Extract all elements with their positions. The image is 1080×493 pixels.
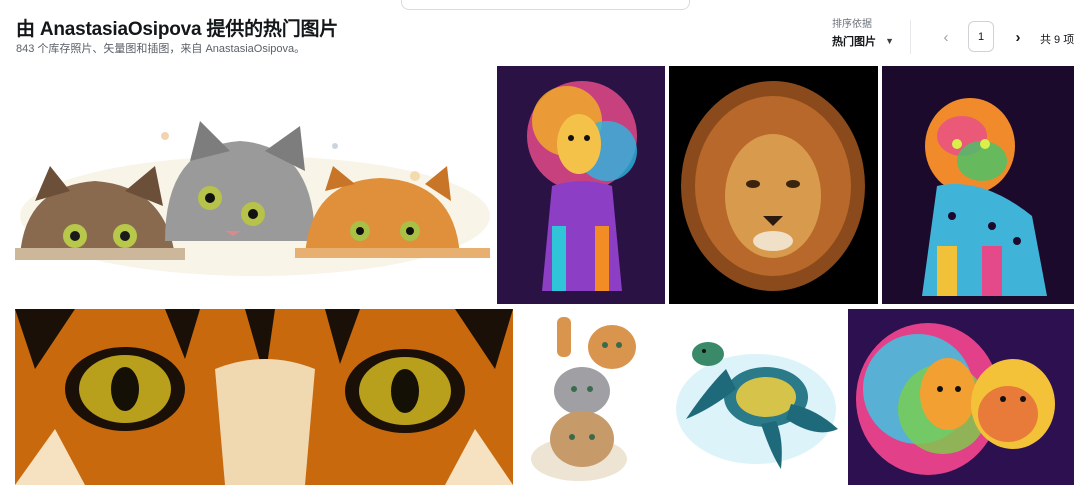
chevron-right-icon: › [1015, 28, 1021, 46]
tiger-eyes-illustration [15, 309, 513, 485]
chevron-left-icon: ‹ [943, 28, 949, 46]
sort-dropdown[interactable]: 热门图片 ▼ [832, 33, 898, 49]
page-title: 由 AnastasiaOsipova 提供的热门图片 [16, 19, 339, 40]
gallery-image-lion-head[interactable] [669, 66, 878, 304]
page-subtitle: 843 个库存照片、矢量图和插图，来自 AnastasiaOsipova。 [16, 43, 306, 55]
lion-head-illustration [669, 66, 878, 304]
gallery-image-neon-leopard[interactable] [882, 66, 1074, 304]
gallery-image-colorful-lion[interactable] [497, 66, 665, 304]
sort-label: 排序依据 [832, 19, 872, 30]
next-page-button[interactable]: › [1009, 28, 1027, 46]
gallery-image-kittens[interactable] [15, 66, 493, 304]
gallery-image-sea-turtle[interactable] [666, 309, 844, 485]
total-pages-label: 共 9 项 [1040, 34, 1075, 46]
divider [910, 20, 911, 54]
search-bar-edge[interactable] [401, 0, 690, 10]
gallery-image-rainbow-lions[interactable] [848, 309, 1074, 485]
gallery-image-stacked-kittens[interactable] [517, 309, 662, 485]
stacked-kittens-illustration [517, 309, 662, 485]
page-number-input[interactable] [968, 21, 994, 52]
colorful-lion-illustration [497, 66, 665, 304]
kittens-illustration [15, 66, 493, 304]
rainbow-lions-illustration [848, 309, 1074, 485]
caret-down-icon: ▼ [885, 36, 894, 46]
neon-leopard-illustration [882, 66, 1074, 304]
previous-page-button[interactable]: ‹ [937, 28, 955, 46]
sea-turtle-illustration [666, 309, 844, 485]
sort-selected-value: 热门图片 [832, 36, 876, 48]
gallery-image-tiger-eyes[interactable] [15, 309, 513, 485]
